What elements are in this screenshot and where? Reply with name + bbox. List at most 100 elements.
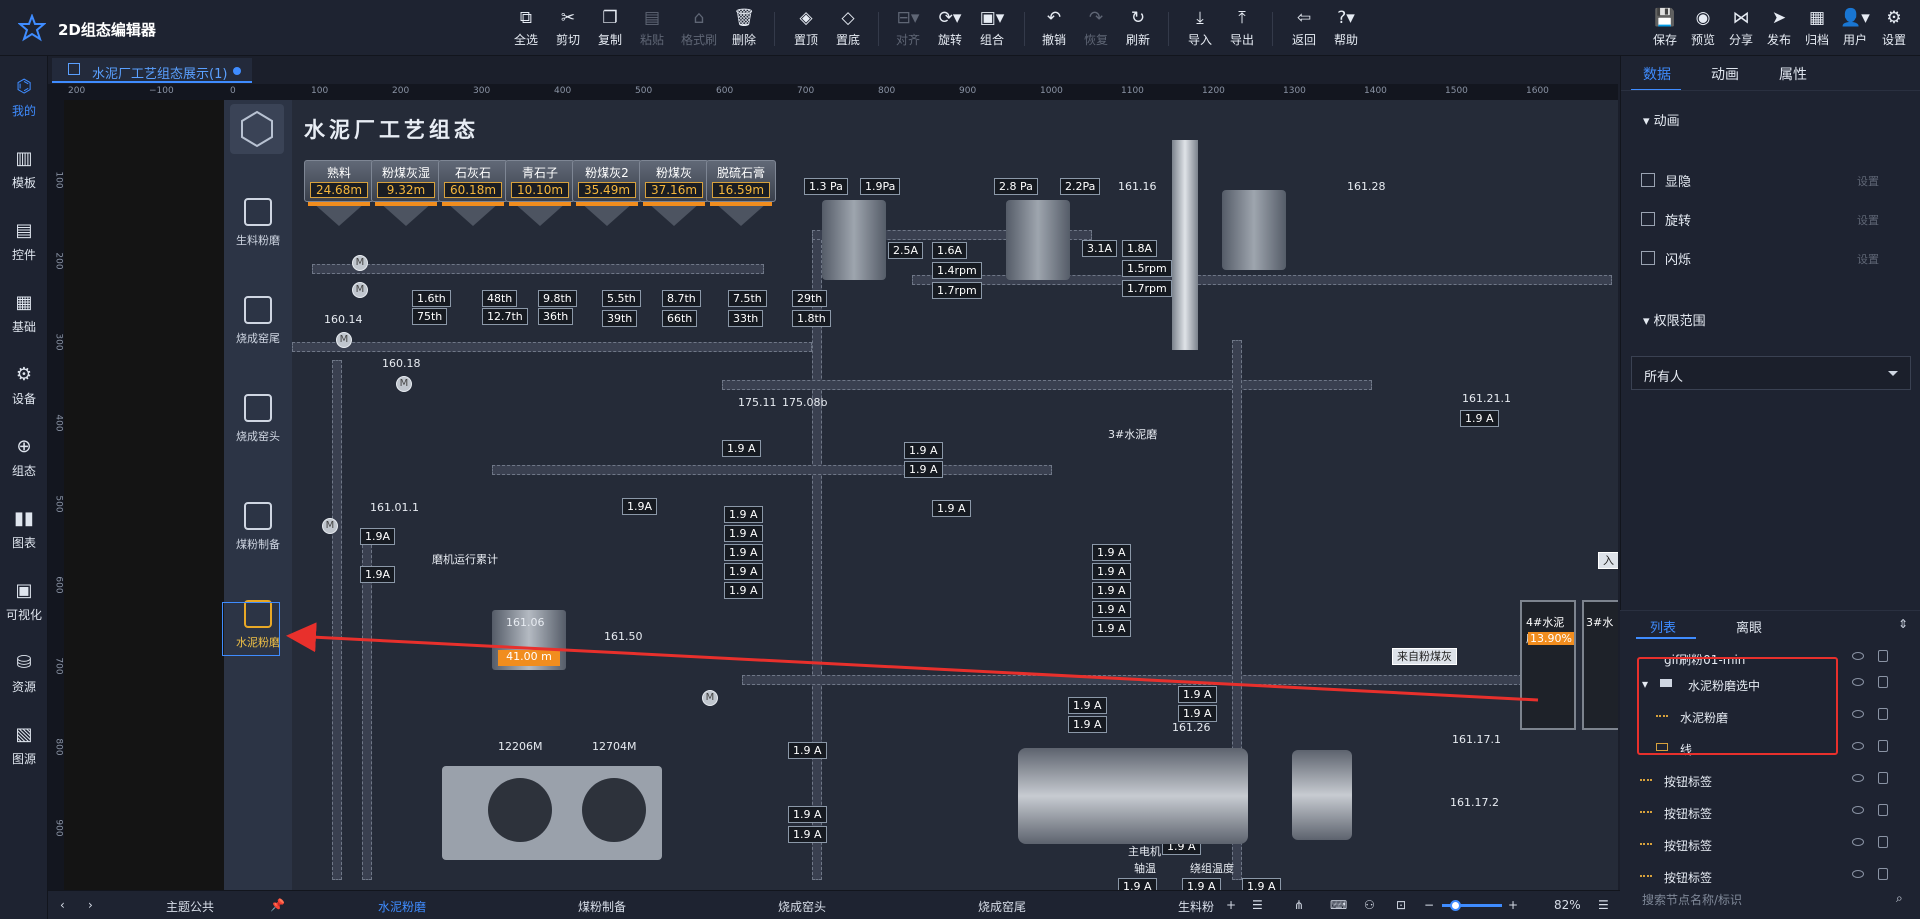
page-tab[interactable]: 烧成窑尾 bbox=[978, 898, 1026, 915]
permission-select[interactable]: 所有人 bbox=[1631, 356, 1911, 390]
lock-icon[interactable] bbox=[1878, 804, 1888, 816]
hopper-limestone[interactable]: 石灰石 60.18m bbox=[438, 160, 508, 242]
menu-icon[interactable]: ☰ bbox=[1598, 898, 1609, 912]
page-tab[interactable]: 生料粉 bbox=[1178, 898, 1214, 915]
cement-mill-hopper[interactable]: 161.06 41.00 m bbox=[492, 610, 566, 670]
cement-silo-3[interactable]: 3#水 bbox=[1582, 600, 1618, 730]
publish-button[interactable]: ➤ 发布 bbox=[1759, 6, 1799, 52]
lock-icon[interactable] bbox=[1878, 772, 1888, 784]
nav-device[interactable]: ⚙ 设备 bbox=[0, 354, 48, 414]
paste-button[interactable]: ▤ 粘贴 bbox=[630, 6, 674, 52]
motor-icon[interactable]: M bbox=[322, 518, 338, 534]
zoom-slider-handle[interactable] bbox=[1450, 900, 1461, 911]
nav-widget[interactable]: ▤ 控件 bbox=[0, 210, 48, 270]
canvas-nav-kiln-tail[interactable]: 烧成窑尾 bbox=[224, 296, 292, 346]
enter-button[interactable]: 入 bbox=[1598, 552, 1618, 569]
animation-section-header[interactable]: ▾ 动画 bbox=[1643, 110, 1680, 129]
tab-properties[interactable]: 属性 bbox=[1779, 64, 1807, 84]
permission-section-header[interactable]: ▾ 权限范围 bbox=[1643, 310, 1706, 329]
hopper-flyash-wet[interactable]: 粉煤灰湿 9.32m bbox=[371, 160, 441, 242]
eye-icon[interactable] bbox=[1852, 774, 1864, 782]
search-icon[interactable]: ⌕ bbox=[1896, 891, 1903, 906]
align-button[interactable]: ⊟▾ 对齐 bbox=[886, 6, 930, 52]
nav-mine[interactable]: ⌬ 我的 bbox=[0, 66, 48, 126]
nav-config[interactable]: ⊕ 组态 bbox=[0, 426, 48, 486]
hopper-gravel[interactable]: 青石子 10.10m bbox=[505, 160, 575, 242]
layer-row[interactable]: 按钮标签 bbox=[1620, 767, 1920, 793]
tab-animation[interactable]: 动画 bbox=[1711, 64, 1739, 84]
preview-button[interactable]: ◉ 预览 bbox=[1683, 6, 1723, 52]
lock-icon[interactable] bbox=[1878, 868, 1888, 880]
hopper-flyash[interactable]: 粉煤灰 37.16m bbox=[639, 160, 709, 242]
visibility-checkbox[interactable] bbox=[1641, 173, 1655, 187]
rotate-setting-link[interactable]: 设置 bbox=[1857, 212, 1879, 228]
layer-row[interactable]: 按钮标签 bbox=[1620, 799, 1920, 825]
bring-top-button[interactable]: ◈ 置顶 bbox=[784, 6, 828, 52]
canvas-nav-raw-mill[interactable]: 生料粉磨 bbox=[224, 198, 292, 248]
motor-icon[interactable]: M bbox=[396, 376, 412, 392]
source-tag[interactable]: 来自粉煤灰 bbox=[1392, 648, 1457, 665]
nav-template[interactable]: ▥ 模板 bbox=[0, 138, 48, 198]
select-all-button[interactable]: ⧉ 全选 bbox=[504, 6, 548, 52]
user-button[interactable]: 👤▾ 用户 bbox=[1835, 6, 1875, 52]
delete-button[interactable]: 🗑 删除 bbox=[722, 6, 766, 52]
eye-icon[interactable] bbox=[1852, 710, 1864, 718]
copy-button[interactable]: ❐ 复制 bbox=[588, 6, 632, 52]
cut-button[interactable]: ✂ 剪切 bbox=[546, 6, 590, 52]
cement-silo-4[interactable]: 4#水泥库 13.90% bbox=[1520, 600, 1576, 730]
eye-icon[interactable] bbox=[1852, 652, 1864, 660]
list-icon[interactable]: ☰ bbox=[1252, 898, 1263, 912]
export-button[interactable]: ⤒ 导出 bbox=[1220, 6, 1264, 52]
fit-icon[interactable]: ⊡ bbox=[1396, 898, 1406, 912]
page-tab[interactable]: 烧成窑头 bbox=[778, 898, 826, 915]
import-button[interactable]: ⤓ 导入 bbox=[1178, 6, 1222, 52]
pin-icon[interactable]: 📌 bbox=[270, 898, 285, 912]
group-button[interactable]: ▣▾ 组合 bbox=[970, 6, 1014, 52]
eye-icon[interactable] bbox=[1852, 742, 1864, 750]
hopper-gypsum[interactable]: 脱硫石膏 16.59m bbox=[706, 160, 776, 242]
nav-resource[interactable]: ⛁ 资源 bbox=[0, 642, 48, 702]
hopper-flyash-2[interactable]: 粉煤灰2 35.49m bbox=[572, 160, 642, 242]
lock-icon[interactable] bbox=[1878, 708, 1888, 720]
node-search-input[interactable]: 搜索节点名称/标识 bbox=[1642, 891, 1742, 908]
rotate-checkbox[interactable] bbox=[1641, 212, 1655, 226]
lock-icon[interactable] bbox=[1878, 650, 1888, 662]
format-painter-button[interactable]: ⌂ 格式刷 bbox=[677, 6, 721, 52]
back-button[interactable]: ⇦ 返回 bbox=[1282, 6, 1326, 52]
blink-setting-link[interactable]: 设置 bbox=[1857, 251, 1879, 267]
blink-checkbox[interactable] bbox=[1641, 251, 1655, 265]
motor-icon[interactable]: M bbox=[336, 332, 352, 348]
motor-icon[interactable]: M bbox=[352, 255, 368, 271]
page-tab[interactable]: 煤粉制备 bbox=[578, 898, 626, 915]
lock-icon[interactable] bbox=[1878, 740, 1888, 752]
help-button[interactable]: ?▾ 帮助 bbox=[1324, 6, 1368, 52]
motor-icon[interactable]: M bbox=[352, 282, 368, 298]
eye-icon[interactable] bbox=[1852, 806, 1864, 814]
eye-icon[interactable] bbox=[1852, 678, 1864, 686]
document-tab[interactable]: 水泥厂工艺组态展示(1) bbox=[52, 58, 252, 83]
motor-icon[interactable]: M bbox=[702, 690, 718, 706]
device-icon[interactable]: ⚇ bbox=[1364, 898, 1375, 912]
zoom-out-icon[interactable]: − bbox=[1424, 898, 1434, 912]
visibility-setting-link[interactable]: 设置 bbox=[1857, 173, 1879, 189]
refresh-button[interactable]: ↻ 刷新 bbox=[1116, 6, 1160, 52]
add-icon[interactable]: + bbox=[1226, 898, 1236, 912]
expand-toggle-icon[interactable]: ⇕ bbox=[1898, 617, 1908, 631]
redo-button[interactable]: ↷ 恢复 bbox=[1074, 6, 1118, 52]
node-icon[interactable]: ⋔ bbox=[1294, 898, 1304, 912]
undo-button[interactable]: ↶ 撤销 bbox=[1032, 6, 1076, 52]
archive-button[interactable]: ▦ 归档 bbox=[1797, 6, 1837, 52]
page-tab[interactable]: 主题公共 bbox=[166, 898, 214, 915]
layer-row[interactable]: 按钮标签 bbox=[1620, 831, 1920, 857]
nav-visual[interactable]: ▣ 可视化 bbox=[0, 570, 48, 630]
zoom-in-icon[interactable]: + bbox=[1508, 898, 1518, 912]
nav-chart[interactable]: ▮▮ 图表 bbox=[0, 498, 48, 558]
send-bottom-button[interactable]: ◇ 置底 bbox=[826, 6, 870, 52]
page-tab-active[interactable]: 水泥粉磨 bbox=[378, 898, 426, 915]
hopper-clinker[interactable]: 熟料 24.68m bbox=[304, 160, 374, 242]
save-button[interactable]: 💾 保存 bbox=[1645, 6, 1685, 52]
selection-box[interactable] bbox=[222, 602, 280, 656]
chevron-right-icon[interactable]: › bbox=[88, 898, 93, 912]
process-canvas[interactable]: 水泥厂工艺组态 熟料 24.68m 粉煤灰湿 9.32m 石灰石 60.18m 青石子… bbox=[292, 100, 1618, 890]
chevron-left-icon[interactable]: ‹ bbox=[60, 898, 65, 912]
